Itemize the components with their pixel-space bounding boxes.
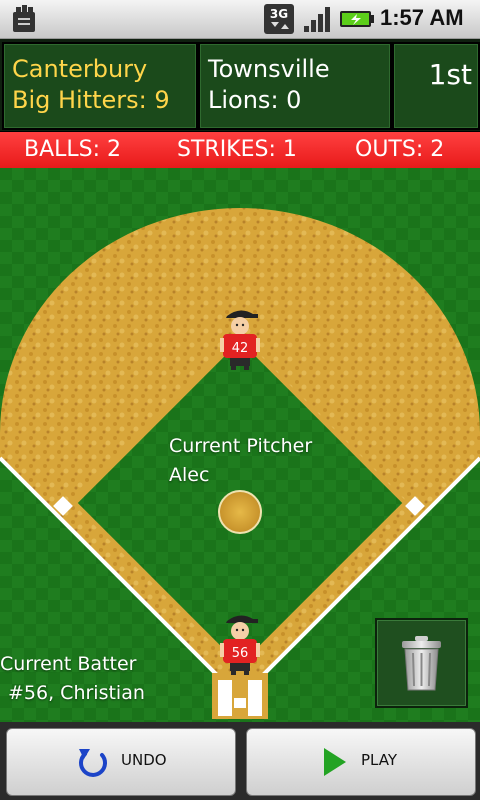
left-batters-box	[218, 680, 232, 716]
undo-button-label: UNDO	[121, 751, 167, 769]
undo-button[interactable]: UNDO	[6, 728, 236, 796]
current-pitcher-label: Current Pitcher Alec	[169, 432, 312, 490]
away-team-name: Townsville	[208, 55, 330, 83]
play-icon	[324, 748, 346, 776]
baseball-field[interactable]: 42 56 Current Pitcher Alec Current Batte…	[0, 168, 480, 722]
battery-charging-icon	[340, 11, 374, 27]
inning-panel: 1st	[392, 42, 480, 130]
home-team-panel: Canterbury Big Hitters: 9	[2, 42, 198, 130]
pitcher-name: Alec	[169, 464, 210, 486]
right-batters-box	[248, 680, 262, 716]
clock-time: 1:57 AM	[380, 5, 464, 30]
bottom-action-bar: UNDO PLAY	[0, 722, 480, 800]
batter-jersey-number: 56	[232, 646, 249, 661]
batter-heading: Current Batter	[0, 653, 137, 675]
away-team-panel: Townsville Lions: 0	[198, 42, 392, 130]
home-plate	[234, 698, 246, 708]
strikes-count: STRIKES: 1	[177, 137, 297, 162]
undo-icon	[79, 749, 107, 777]
3g-data-icon: 3G	[264, 4, 294, 34]
away-team-score: Lions: 0	[208, 86, 302, 114]
signal-strength-icon	[304, 7, 330, 32]
outs-count: OUTS: 2	[355, 137, 445, 162]
pitchers-mound	[218, 490, 262, 534]
status-bar: 3G 1:57 AM	[0, 0, 480, 39]
pitcher-jersey-number: 42	[232, 341, 249, 356]
current-batter-label: Current Batter #56, Christian	[0, 650, 145, 708]
scoreboard: Canterbury Big Hitters: 9 Townsville Lio…	[0, 39, 480, 131]
pitcher-heading: Current Pitcher	[169, 435, 313, 457]
balls-count: BALLS: 2	[24, 137, 122, 162]
home-team-name: Canterbury	[12, 55, 148, 83]
trash-drop-zone[interactable]	[375, 618, 468, 708]
trash-can-icon	[402, 636, 441, 691]
play-button[interactable]: PLAY	[246, 728, 476, 796]
network-type-text: 3G	[270, 7, 288, 21]
sd-card-icon	[13, 5, 35, 32]
inning-indicator: 1st	[428, 58, 472, 91]
home-team-score: Big Hitters: 9	[12, 86, 170, 114]
batter-name: #56, Christian	[8, 682, 145, 704]
count-bar: BALLS: 2 STRIKES: 1 OUTS: 2	[0, 132, 480, 168]
play-button-label: PLAY	[361, 751, 398, 769]
